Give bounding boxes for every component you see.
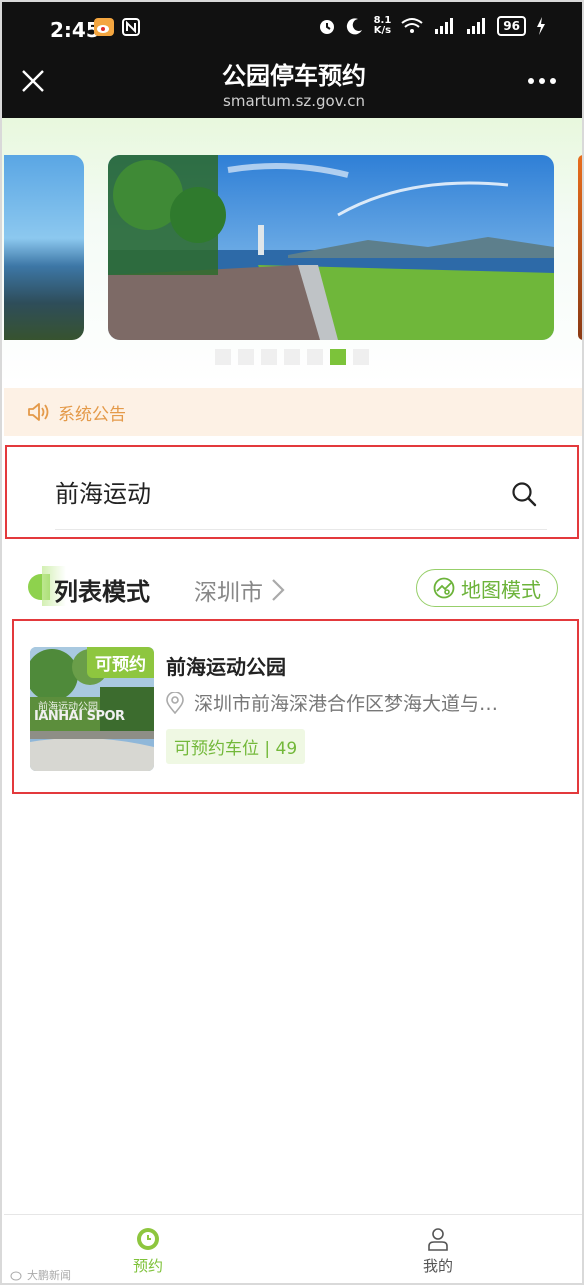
banner-slide-prev[interactable] (4, 155, 84, 340)
carousel-dot[interactable] (261, 349, 277, 365)
park-address-text: 深圳市前海深港合作区梦海大道与… (194, 693, 499, 715)
status-left-icons (94, 18, 140, 36)
user-icon (428, 1228, 448, 1251)
nav-mine-label: 我的 (422, 1257, 453, 1275)
nav-tab-booking[interactable]: 预约 (108, 1227, 188, 1276)
status-time: 2:45 (50, 18, 100, 42)
moon-icon (346, 18, 362, 35)
carousel-dot[interactable] (215, 349, 231, 365)
park-thumbnail: 前海运动公园 IANHAI SPOR 可预约 (30, 647, 154, 771)
bottom-navigation: 预约 我的 (4, 1214, 582, 1283)
banner-carousel[interactable] (2, 118, 582, 384)
notice-label: 系统公告 (58, 404, 126, 425)
carousel-dot-active[interactable] (330, 349, 346, 365)
more-dot-icon (550, 78, 556, 84)
network-speed: 8.1 K/s (373, 15, 392, 36)
nfc-icon (122, 18, 140, 36)
list-mode-tab[interactable]: 列表模式 (54, 572, 150, 607)
speaker-icon (28, 403, 49, 421)
charging-icon (537, 17, 545, 35)
banner-slide-current[interactable] (108, 155, 554, 340)
park-sign-en: IANHAI SPOR (34, 709, 125, 724)
page-header: 公园停车预约 smartum.sz.gov.cn (2, 48, 582, 118)
more-options-button[interactable] (528, 78, 556, 84)
page-domain: smartum.sz.gov.cn (223, 92, 365, 110)
page-title: 公园停车预约 (222, 62, 366, 90)
more-dot-icon (539, 78, 545, 84)
weibo-watermark-icon (10, 1271, 22, 1281)
mode-switch-row: 列表模式 深圳市 地图模式 (2, 562, 582, 614)
map-mode-button[interactable]: 地图模式 (416, 569, 558, 607)
available-spots-badge: 可预约车位 | 49 (166, 729, 306, 764)
search-underline (55, 529, 547, 530)
system-notice-bar[interactable]: 系统公告 (4, 388, 582, 436)
park-address: 深圳市前海深港合作区梦海大道与… (166, 689, 566, 716)
city-selector[interactable]: 深圳市 (194, 573, 285, 607)
carousel-dot[interactable] (284, 349, 300, 365)
chevron-right-icon (272, 579, 285, 601)
signal-icon (435, 18, 454, 34)
available-badge: 可预约 (87, 647, 154, 678)
location-pin-icon (166, 691, 184, 714)
city-label: 深圳市 (194, 580, 263, 606)
app-frame: 2:45 8.1 K/s 96 公园停车预约 smartum.sz.gov.cn… (0, 0, 584, 1285)
banner-slide-next[interactable] (578, 155, 582, 340)
clock-icon (137, 1228, 159, 1250)
status-bar: 2:45 8.1 K/s 96 (2, 2, 582, 48)
search-bar (5, 445, 579, 539)
map-mode-label: 地图模式 (461, 577, 541, 602)
carousel-dot[interactable] (238, 349, 254, 365)
watermark-text: 大鹏新闻 (27, 1269, 71, 1282)
carousel-dot[interactable] (307, 349, 323, 365)
park-seaside-image (108, 155, 554, 340)
map-icon (433, 577, 455, 599)
search-input[interactable] (55, 477, 455, 505)
signal-icon-2 (467, 18, 486, 34)
nav-booking-label: 预约 (132, 1257, 163, 1275)
status-right-icons: 8.1 K/s 96 (318, 16, 546, 36)
weibo-icon (94, 18, 114, 36)
more-dot-icon (528, 78, 534, 84)
carousel-dot[interactable] (353, 349, 369, 365)
wifi-icon (401, 18, 423, 33)
watermark: 大鹏新闻 (10, 1267, 71, 1283)
park-result-card[interactable]: 前海运动公园 IANHAI SPOR 可预约 前海运动公园 深圳市前海深港合作区… (12, 619, 579, 794)
battery-indicator: 96 (497, 16, 526, 36)
park-name: 前海运动公园 (166, 655, 286, 679)
alarm-icon (319, 20, 334, 34)
nav-tab-mine[interactable]: 我的 (398, 1227, 478, 1276)
search-icon[interactable] (511, 481, 537, 507)
carousel-indicator (215, 349, 369, 365)
